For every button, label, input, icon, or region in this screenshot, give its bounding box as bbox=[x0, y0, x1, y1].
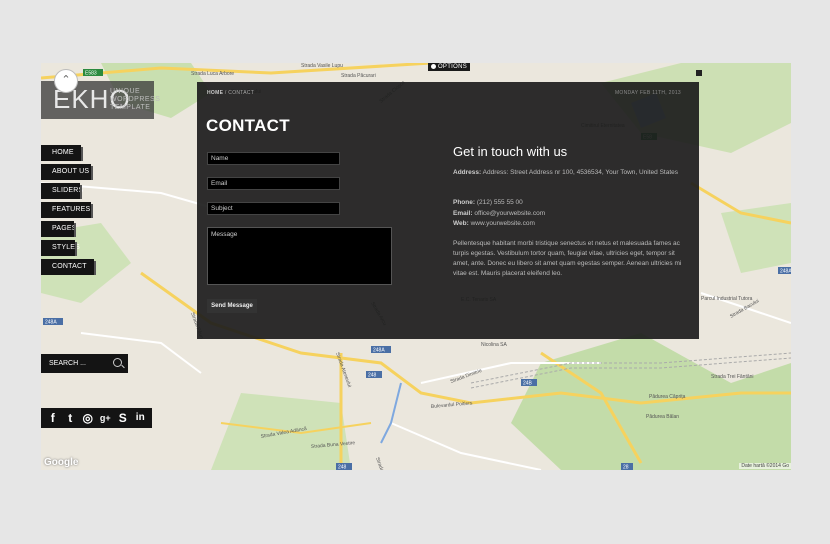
social-bar: f t ◎ g+ S in bbox=[41, 408, 152, 428]
map-attribution: Date hartă ©2014 Go bbox=[739, 463, 791, 469]
breadcrumb: HOME / CONTACT bbox=[207, 90, 254, 96]
route-badge: 248 bbox=[366, 371, 382, 379]
address-label: Address: bbox=[453, 169, 482, 176]
map-road-label: Nicolina SA bbox=[481, 342, 508, 348]
web-label: Web: bbox=[453, 220, 469, 227]
route-badge: 248A bbox=[778, 267, 791, 275]
map-road-label: Strada Păcurari bbox=[341, 73, 376, 79]
phone-block: Phone: (212) 555 55 00 bbox=[453, 198, 683, 208]
svg-text:248: 248 bbox=[338, 465, 347, 471]
nav-item-contact[interactable]: CONTACT bbox=[41, 259, 96, 275]
send-message-button[interactable]: Send Message bbox=[207, 299, 257, 313]
route-badge: 28 bbox=[621, 463, 633, 470]
gear-icon bbox=[430, 63, 436, 69]
linkedin-icon[interactable]: in bbox=[133, 411, 147, 425]
contact-panel: HOME / CONTACT MONDAY FEB 11TH, 2013 CON… bbox=[197, 82, 699, 339]
subject-field[interactable]: Subject bbox=[207, 202, 340, 215]
phone-label: Phone: bbox=[453, 199, 476, 206]
map-road-label: Pădurea Căprița bbox=[649, 394, 686, 400]
search-box[interactable]: SEARCH ... bbox=[41, 354, 128, 373]
route-badge: 248A bbox=[371, 346, 391, 354]
nav-item-home[interactable]: HOME bbox=[41, 145, 83, 161]
web-block: Web: www.yourwebsite.com bbox=[453, 219, 683, 229]
facebook-icon[interactable]: f bbox=[46, 411, 60, 425]
dribbble-icon[interactable]: ◎ bbox=[81, 411, 95, 425]
svg-text:248A: 248A bbox=[780, 269, 791, 275]
route-badge: E583 bbox=[83, 69, 103, 77]
contact-heading: Get in touch with us bbox=[453, 144, 568, 159]
breadcrumb-current: / CONTACT bbox=[224, 90, 255, 96]
google-plus-icon[interactable]: g+ bbox=[98, 411, 112, 425]
post-date: MONDAY FEB 11TH, 2013 bbox=[614, 90, 681, 96]
map-road-label: Parcul Industrial Tutora bbox=[701, 296, 753, 302]
google-logo: Google bbox=[44, 457, 79, 468]
address-block: Address: Address: Street Address nr 100,… bbox=[453, 168, 683, 178]
email-label: Email: bbox=[453, 210, 473, 217]
message-field[interactable]: Message bbox=[207, 227, 392, 285]
svg-text:E583: E583 bbox=[85, 71, 97, 77]
contact-body-text: Pellentesque habitant morbi tristique se… bbox=[453, 240, 682, 277]
fullscreen-toggle[interactable] bbox=[696, 70, 702, 76]
skype-icon[interactable]: S bbox=[116, 411, 130, 425]
nav-item-sliders[interactable]: SLIDERS bbox=[41, 183, 83, 199]
name-field[interactable]: Name bbox=[207, 152, 340, 165]
map-road-label: Pădurea Bălan bbox=[646, 414, 679, 420]
email-block: Email: office@yourwebsite.com bbox=[453, 209, 683, 219]
svg-text:28: 28 bbox=[623, 465, 629, 471]
map-road-label: Strada Trei Fântâni bbox=[711, 374, 754, 380]
map-background[interactable]: Strada Luca Arbore Strada Vasile Lupu Stra… bbox=[41, 63, 791, 470]
svg-text:248A: 248A bbox=[373, 348, 385, 354]
route-badge: 248A bbox=[43, 318, 63, 326]
email-value[interactable]: office@yourwebsite.com bbox=[474, 210, 545, 217]
route-badge: 248 bbox=[336, 463, 352, 470]
address-value: Address: Street Address nr 100, 4536534,… bbox=[482, 169, 679, 176]
nav-item-styles[interactable]: STYLES bbox=[41, 240, 80, 256]
phone-value: (212) 555 55 00 bbox=[476, 199, 523, 206]
search-icon[interactable] bbox=[113, 358, 122, 367]
main-nav: HOME ABOUT US SLIDERS FEATURES PAGES STY… bbox=[41, 145, 96, 278]
map-road-label: Strada Vasile Lupu bbox=[301, 63, 343, 69]
page-title: CONTACT bbox=[206, 116, 290, 135]
nav-item-features[interactable]: FEATURES bbox=[41, 202, 93, 218]
web-value[interactable]: www.yourwebsite.com bbox=[471, 220, 535, 227]
svg-text:248A: 248A bbox=[45, 320, 57, 326]
logo-tagline: UNIQUE WORDPRESS TEMPLATE bbox=[110, 88, 161, 111]
search-input[interactable]: SEARCH ... bbox=[49, 360, 86, 367]
options-label: OPTIONS bbox=[437, 64, 468, 70]
svg-text:248: 248 bbox=[368, 373, 377, 379]
chevron-up-icon[interactable]: ⌃ bbox=[54, 69, 78, 93]
email-field[interactable]: Email bbox=[207, 177, 340, 190]
twitter-icon[interactable]: t bbox=[63, 411, 77, 425]
breadcrumb-home[interactable]: HOME bbox=[207, 90, 223, 96]
map-options-button[interactable]: OPTIONS bbox=[428, 63, 470, 71]
nav-item-about-us[interactable]: ABOUT US bbox=[41, 164, 93, 180]
map-road-label: Strada Luca Arbore bbox=[191, 71, 234, 77]
route-badge: 24B bbox=[521, 379, 537, 387]
nav-item-pages[interactable]: PAGES bbox=[41, 221, 76, 237]
svg-text:24B: 24B bbox=[523, 381, 533, 387]
